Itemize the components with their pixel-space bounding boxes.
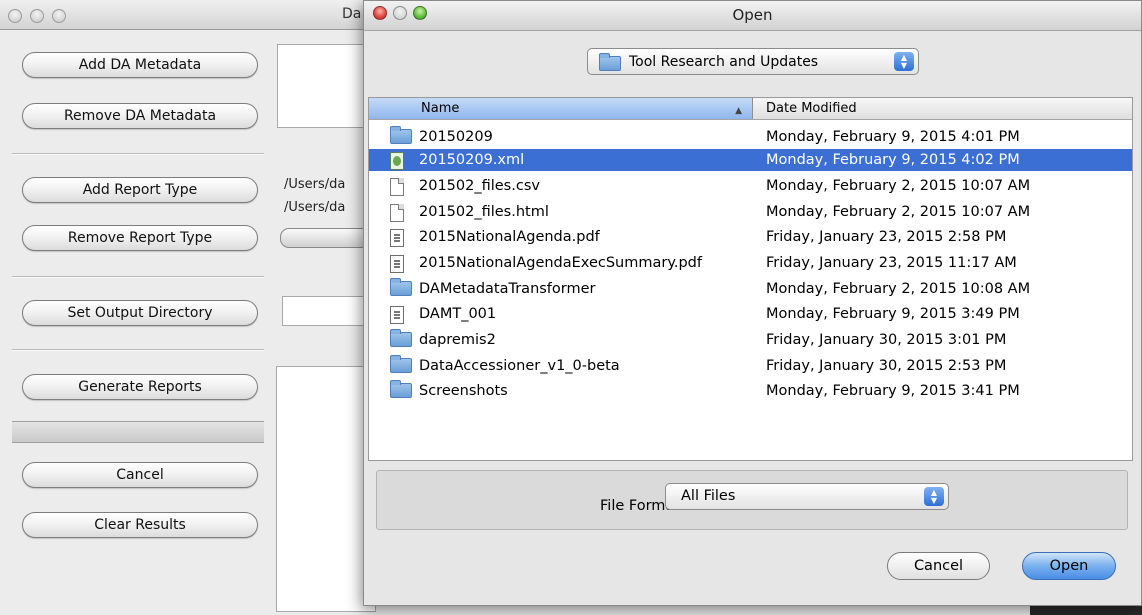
file-name: 20150209 bbox=[419, 129, 493, 145]
output-directory-field[interactable] bbox=[282, 296, 372, 326]
file-date: Monday, February 9, 2015 4:02 PM bbox=[766, 152, 1020, 168]
close-window-button[interactable] bbox=[8, 9, 22, 23]
file-date: Friday, January 30, 2015 3:01 PM bbox=[766, 332, 1007, 348]
name-column-label: Name bbox=[421, 101, 460, 116]
file-date: Monday, February 9, 2015 3:41 PM bbox=[766, 383, 1020, 399]
file-date: Monday, February 2, 2015 10:07 AM bbox=[766, 178, 1031, 194]
dialog-cancel-button[interactable]: Cancel bbox=[887, 552, 990, 580]
file-row[interactable]: DAMetadataTransformer Monday, February 2… bbox=[369, 278, 1132, 300]
file-name: 201502_files.csv bbox=[419, 178, 540, 194]
name-column-header[interactable]: Name ▲ bbox=[369, 98, 753, 119]
minimize-window-button[interactable] bbox=[30, 9, 44, 23]
file-date: Friday, January 23, 2015 11:17 AM bbox=[766, 255, 1017, 271]
section-divider bbox=[12, 276, 264, 278]
document-icon bbox=[390, 178, 404, 196]
file-row[interactable]: dapremis2 Friday, January 30, 2015 3:01 … bbox=[369, 329, 1132, 351]
file-row[interactable]: Screenshots Monday, February 9, 2015 3:4… bbox=[369, 380, 1132, 402]
folder-icon bbox=[390, 329, 412, 347]
file-row[interactable]: 2015NationalAgenda.pdf Friday, January 2… bbox=[369, 226, 1132, 248]
file-list-header: Name ▲ Date Modified bbox=[369, 98, 1132, 120]
file-date: Monday, February 9, 2015 3:49 PM bbox=[766, 306, 1020, 322]
folder-icon bbox=[390, 355, 412, 373]
file-name: 20150209.xml bbox=[419, 152, 525, 168]
file-row[interactable]: 2015NationalAgendaExecSummary.pdf Friday… bbox=[369, 252, 1132, 274]
add-report-type-button[interactable]: Add Report Type bbox=[22, 177, 258, 203]
folder-icon bbox=[390, 278, 412, 296]
report-type-path: /Users/da bbox=[284, 177, 346, 192]
file-date: Monday, February 9, 2015 4:01 PM bbox=[766, 129, 1020, 145]
pdf-icon bbox=[390, 255, 404, 273]
remove-report-type-button[interactable]: Remove Report Type bbox=[22, 225, 258, 251]
file-row[interactable]: DataAccessioner_v1_0-beta Friday, Januar… bbox=[369, 355, 1132, 377]
file-name: DataAccessioner_v1_0-beta bbox=[419, 358, 620, 374]
file-name: 2015NationalAgenda.pdf bbox=[419, 229, 600, 245]
document-icon bbox=[390, 204, 404, 222]
section-divider bbox=[12, 153, 264, 155]
metadata-list[interactable] bbox=[277, 44, 377, 128]
folder-location-popup[interactable]: Tool Research and Updates ▲ ▼ bbox=[587, 48, 919, 75]
dialog-title: Open bbox=[732, 6, 773, 24]
popup-arrows-icon: ▲ ▼ bbox=[894, 52, 914, 71]
folder-icon bbox=[390, 380, 412, 398]
file-date: Friday, January 30, 2015 2:53 PM bbox=[766, 358, 1007, 374]
zoom-window-button[interactable] bbox=[52, 9, 66, 23]
set-output-directory-button[interactable]: Set Output Directory bbox=[22, 300, 258, 326]
cancel-button[interactable]: Cancel bbox=[22, 462, 258, 488]
results-area[interactable] bbox=[276, 366, 376, 612]
file-name: DAMT_001 bbox=[419, 306, 497, 322]
popup-arrows-icon: ▲ ▼ bbox=[924, 487, 944, 506]
file-date: Monday, February 2, 2015 10:08 AM bbox=[766, 281, 1031, 297]
open-dialog-titlebar: Open bbox=[364, 1, 1141, 31]
folder-icon bbox=[599, 53, 621, 71]
folder-location-label: Tool Research and Updates bbox=[629, 53, 819, 70]
file-row[interactable]: 201502_files.csv Monday, February 2, 201… bbox=[369, 175, 1132, 197]
clear-results-button[interactable]: Clear Results bbox=[22, 512, 258, 538]
remove-da-metadata-button[interactable]: Remove DA Metadata bbox=[22, 103, 258, 129]
sort-ascending-icon: ▲ bbox=[735, 106, 742, 116]
file-name: 201502_files.html bbox=[419, 204, 549, 220]
file-row-selected[interactable]: 20150209.xml Monday, February 9, 2015 4:… bbox=[369, 149, 1132, 171]
file-list[interactable]: Name ▲ Date Modified 20150209 Monday, Fe… bbox=[368, 97, 1133, 461]
main-app-title: Da bbox=[342, 6, 362, 22]
open-dialog: Open Tool Research and Updates ▲ ▼ Name ▲… bbox=[363, 0, 1142, 606]
dialog-open-button[interactable]: Open bbox=[1022, 552, 1116, 580]
file-name: 2015NationalAgendaExecSummary.pdf bbox=[419, 255, 702, 271]
file-name: DAMetadataTransformer bbox=[419, 281, 596, 297]
add-da-metadata-button[interactable]: Add DA Metadata bbox=[22, 52, 258, 78]
folder-icon bbox=[390, 126, 412, 144]
date-modified-column-header[interactable]: Date Modified bbox=[766, 98, 857, 119]
report-type-scrollbar[interactable] bbox=[280, 228, 370, 248]
file-date: Friday, January 23, 2015 2:58 PM bbox=[766, 229, 1007, 245]
section-divider bbox=[12, 349, 264, 351]
file-date: Monday, February 2, 2015 10:07 AM bbox=[766, 204, 1031, 220]
report-type-path: /Users/da bbox=[284, 200, 346, 215]
file-format-value: All Files bbox=[681, 488, 736, 504]
file-name: Screenshots bbox=[419, 383, 508, 399]
file-name: dapremis2 bbox=[419, 332, 496, 348]
file-row[interactable]: 20150209 Monday, February 9, 2015 4:01 P… bbox=[369, 126, 1132, 148]
file-row[interactable]: 201502_files.html Monday, February 2, 20… bbox=[369, 201, 1132, 223]
split-pane-divider[interactable] bbox=[12, 421, 264, 443]
file-row[interactable]: DAMT_001 Monday, February 9, 2015 3:49 P… bbox=[369, 303, 1132, 325]
generate-reports-button[interactable]: Generate Reports bbox=[22, 374, 258, 400]
xml-file-icon bbox=[390, 152, 404, 170]
file-format-popup[interactable]: All Files ▲ ▼ bbox=[665, 483, 949, 510]
pdf-icon bbox=[390, 229, 404, 247]
pdf-icon bbox=[390, 306, 404, 324]
